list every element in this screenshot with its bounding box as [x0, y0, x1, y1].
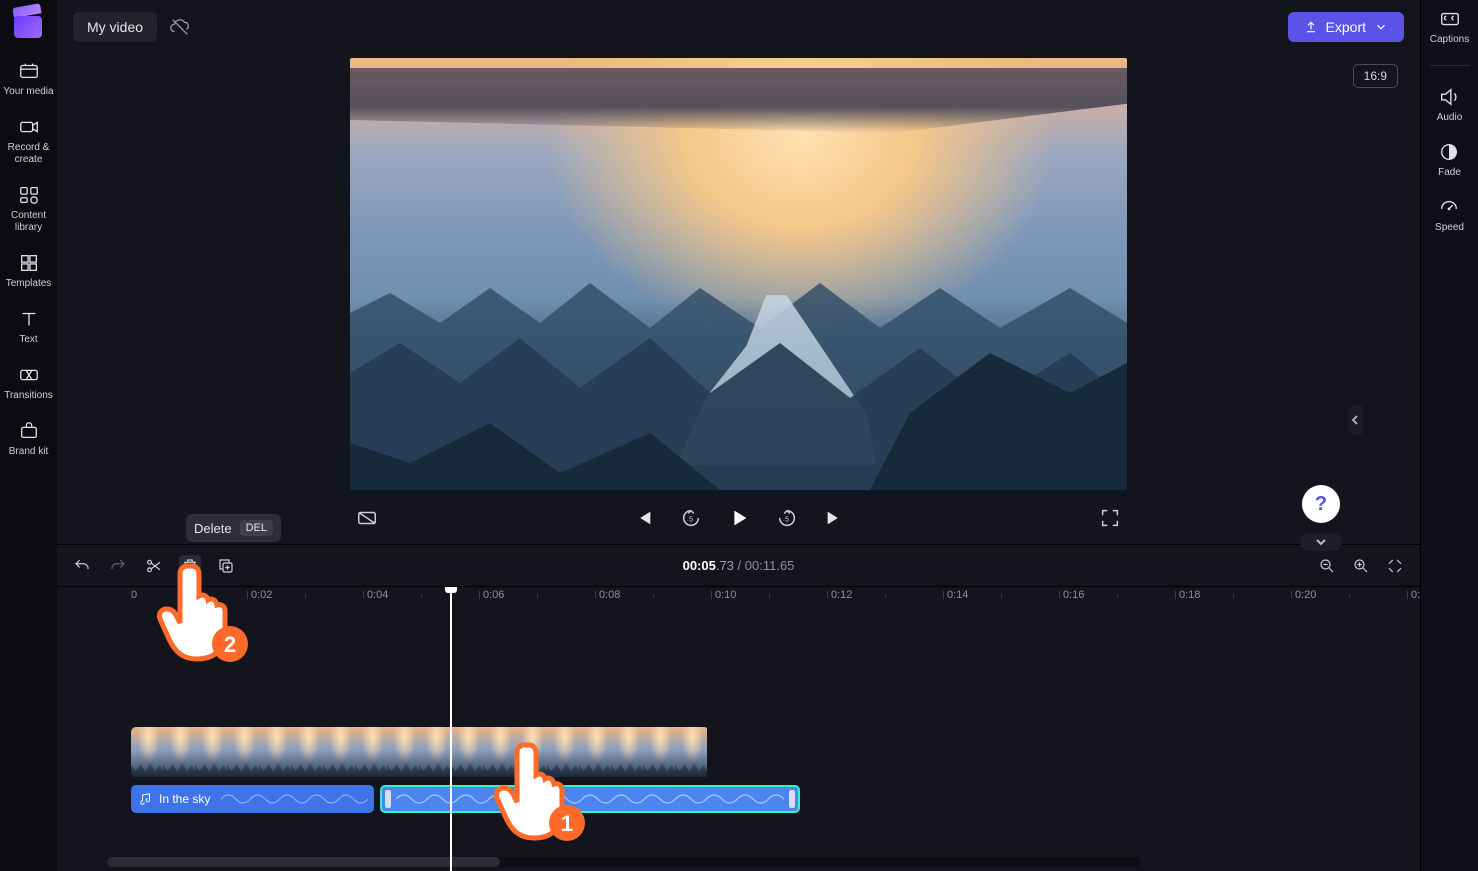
- player-controls: 5 5: [350, 495, 1127, 541]
- sidebar-item-label: Fade: [1438, 167, 1461, 178]
- transitions-icon: [18, 364, 40, 386]
- svg-text:5: 5: [688, 515, 692, 524]
- export-label: Export: [1326, 19, 1366, 35]
- camera-icon: [18, 116, 40, 138]
- ruler-tick-label: 0:08: [599, 589, 620, 601]
- tooltip-kbd: DEL: [240, 520, 273, 536]
- sidebar-item-templates[interactable]: Templates: [1, 246, 57, 296]
- sidebar-item-label: Captions: [1430, 34, 1469, 45]
- timeline-ruler[interactable]: 0 0:020:040:060:080:100:120:140:160:180:…: [69, 587, 1420, 615]
- cloud-off-icon[interactable]: [169, 16, 191, 38]
- panel-collapse-button[interactable]: [1300, 533, 1342, 551]
- right-panel-expand[interactable]: [1348, 405, 1362, 435]
- video-clip[interactable]: [131, 727, 709, 777]
- library-icon: [18, 184, 40, 206]
- ruler-tick-label: 0:10: [715, 589, 736, 601]
- project-title[interactable]: My video: [73, 12, 157, 42]
- skip-end-button[interactable]: [824, 507, 846, 529]
- ruler-tick-label: 0:2: [1411, 589, 1420, 601]
- sidebar-item-speed[interactable]: Speed: [1435, 196, 1464, 233]
- clip-trim-handle-left[interactable]: [385, 790, 391, 808]
- audio-clip-2-selected[interactable]: [380, 785, 800, 813]
- scrollbar-thumb[interactable]: [107, 857, 500, 867]
- media-icon: [18, 60, 40, 82]
- timeline-time: 00:05.73 / 00:11.65: [683, 558, 795, 573]
- duplicate-button[interactable]: [215, 555, 237, 577]
- redo-button[interactable]: [107, 555, 129, 577]
- ruler-tick-label: 0:20: [1295, 589, 1316, 601]
- templates-icon: [18, 252, 40, 274]
- left-sidebar: Your media Record & create Content libra…: [0, 0, 57, 871]
- sidebar-item-label: Speed: [1435, 222, 1464, 233]
- speed-icon: [1438, 196, 1460, 218]
- skip-start-button[interactable]: [632, 507, 654, 529]
- sidebar-item-brand-kit[interactable]: Brand kit: [1, 414, 57, 464]
- audio-icon: [1438, 86, 1460, 108]
- forward-5s-button[interactable]: 5: [776, 507, 798, 529]
- sidebar-item-your-media[interactable]: Your media: [1, 54, 57, 104]
- sidebar-item-record-create[interactable]: Record & create: [1, 110, 57, 172]
- sidebar-item-label: Content library: [1, 210, 57, 234]
- zoom-in-button[interactable]: [1350, 555, 1372, 577]
- sidebar-item-captions[interactable]: Captions: [1430, 8, 1469, 45]
- clip-trim-handle-right[interactable]: [789, 790, 795, 808]
- ruler-tick-label: 0:16: [1063, 589, 1084, 601]
- timeline[interactable]: 0 0:020:040:060:080:100:120:140:160:180:…: [57, 586, 1420, 871]
- music-icon: [139, 792, 153, 806]
- export-button[interactable]: Export: [1288, 12, 1404, 42]
- aspect-ratio-button[interactable]: 16:9: [1353, 64, 1398, 88]
- ruler-tick-label: 0:12: [831, 589, 852, 601]
- delete-tooltip: Delete DEL: [186, 514, 281, 542]
- audio-clip-title: In the sky: [159, 792, 210, 806]
- sidebar-item-content-library[interactable]: Content library: [1, 178, 57, 240]
- sidebar-item-fade[interactable]: Fade: [1438, 141, 1461, 178]
- sidebar-item-transitions[interactable]: Transitions: [1, 358, 57, 408]
- sidebar-item-label: Templates: [6, 278, 52, 290]
- fullscreen-button[interactable]: [1099, 507, 1121, 529]
- sidebar-item-text[interactable]: Text: [1, 302, 57, 352]
- zoom-fit-button[interactable]: [1384, 555, 1406, 577]
- captions-icon: [1439, 8, 1461, 30]
- top-bar: My video Export: [57, 0, 1420, 54]
- playhead[interactable]: [450, 587, 452, 871]
- right-sidebar: Captions Audio Fade Speed: [1420, 0, 1478, 871]
- sidebar-item-label: Brand kit: [9, 446, 48, 458]
- ruler-tick-label: 0:18: [1179, 589, 1200, 601]
- video-preview[interactable]: [350, 58, 1127, 495]
- sidebar-item-label: Audio: [1437, 112, 1463, 123]
- help-button[interactable]: ?: [1302, 485, 1340, 523]
- timeline-scrollbar[interactable]: [107, 857, 1140, 867]
- timeline-toolbar: Delete DEL 00:05.73 / 00:11.65: [57, 544, 1420, 586]
- tooltip-label: Delete: [194, 521, 232, 536]
- brand-kit-icon: [18, 420, 40, 442]
- safe-zone-toggle[interactable]: [356, 507, 378, 529]
- audio-clip-1[interactable]: In the sky: [131, 785, 374, 813]
- zoom-out-button[interactable]: [1316, 555, 1338, 577]
- sidebar-item-label: Transitions: [4, 390, 53, 402]
- sidebar-item-label: Your media: [3, 86, 53, 98]
- text-icon: [18, 308, 40, 330]
- delete-button[interactable]: [179, 555, 201, 577]
- svg-text:5: 5: [784, 515, 788, 524]
- ruler-tick-label: 0:06: [483, 589, 504, 601]
- split-button[interactable]: [143, 555, 165, 577]
- help-glyph: ?: [1315, 493, 1327, 516]
- preview-area: 16:9 5 5: [57, 54, 1420, 544]
- sidebar-item-label: Record & create: [1, 142, 57, 166]
- fade-icon: [1438, 141, 1460, 163]
- chevron-down-icon: [1374, 20, 1388, 34]
- undo-button[interactable]: [71, 555, 93, 577]
- ruler-tick-label: 0:02: [251, 589, 272, 601]
- ruler-tick-label: 0:04: [367, 589, 388, 601]
- sidebar-item-audio[interactable]: Audio: [1437, 86, 1463, 123]
- ruler-tick-label: 0:14: [947, 589, 968, 601]
- play-button[interactable]: [728, 507, 750, 529]
- app-logo: [14, 10, 44, 38]
- upload-icon: [1304, 20, 1318, 34]
- rewind-5s-button[interactable]: 5: [680, 507, 702, 529]
- sidebar-item-label: Text: [19, 334, 37, 346]
